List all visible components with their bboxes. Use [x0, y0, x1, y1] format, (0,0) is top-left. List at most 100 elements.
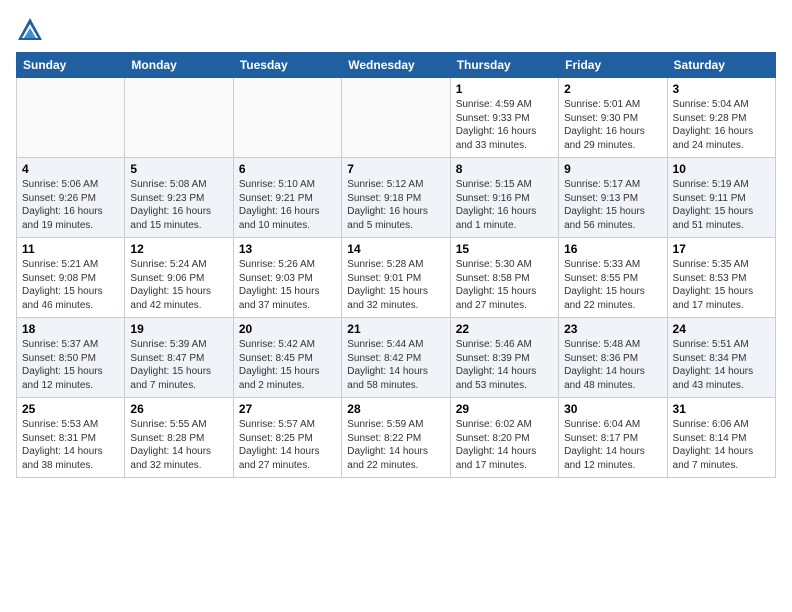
day-cell: 31Sunrise: 6:06 AM Sunset: 8:14 PM Dayli… — [667, 398, 775, 478]
day-info: Sunrise: 5:15 AM Sunset: 9:16 PM Dayligh… — [456, 178, 553, 232]
day-info: Sunrise: 5:37 AM Sunset: 8:50 PM Dayligh… — [22, 338, 119, 392]
day-info: Sunrise: 5:39 AM Sunset: 8:47 PM Dayligh… — [130, 338, 227, 392]
day-info: Sunrise: 5:01 AM Sunset: 9:30 PM Dayligh… — [564, 98, 661, 152]
day-cell: 24Sunrise: 5:51 AM Sunset: 8:34 PM Dayli… — [667, 318, 775, 398]
day-info: Sunrise: 6:06 AM Sunset: 8:14 PM Dayligh… — [673, 418, 770, 472]
day-cell: 17 Sunrise: 5:35 AM Sunset: 8:53 PM Dayli… — [667, 238, 775, 318]
day-cell: 9 Sunrise: 5:17 AM Sunset: 9:13 PM Daylig… — [559, 158, 667, 238]
day-cell: 5 Sunrise: 5:08 AM Sunset: 9:23 PM Daylig… — [125, 158, 233, 238]
day-cell: 28 Sunrise: 5:59 AM Sunset: 8:22 PM Dayli… — [342, 398, 450, 478]
day-cell — [17, 78, 125, 158]
day-cell: 30Sunrise: 6:04 AM Sunset: 8:17 PM Dayli… — [559, 398, 667, 478]
day-cell: 8 Sunrise: 5:15 AM Sunset: 9:16 PM Daylig… — [450, 158, 558, 238]
day-number: 21 — [347, 322, 444, 336]
day-info: Sunrise: 5:19 AM Sunset: 9:11 PM Dayligh… — [673, 178, 770, 232]
day-cell: 4 Sunrise: 5:06 AM Sunset: 9:26 PM Daylig… — [17, 158, 125, 238]
day-info: Sunrise: 5:28 AM Sunset: 9:01 PM Dayligh… — [347, 258, 444, 312]
calendar-header-row: SundayMondayTuesdayWednesdayThursdayFrid… — [17, 53, 776, 78]
day-cell: 23Sunrise: 5:48 AM Sunset: 8:36 PM Dayli… — [559, 318, 667, 398]
day-number: 1 — [456, 82, 553, 96]
day-number: 16 — [564, 242, 661, 256]
day-cell: 21Sunrise: 5:44 AM Sunset: 8:42 PM Dayli… — [342, 318, 450, 398]
day-number: 3 — [673, 82, 770, 96]
day-cell: 10 Sunrise: 5:19 AM Sunset: 9:11 PM Dayli… — [667, 158, 775, 238]
day-number: 6 — [239, 162, 336, 176]
day-cell — [233, 78, 341, 158]
day-info: Sunrise: 5:12 AM Sunset: 9:18 PM Dayligh… — [347, 178, 444, 232]
day-cell: 6 Sunrise: 5:10 AM Sunset: 9:21 PM Daylig… — [233, 158, 341, 238]
day-info: Sunrise: 5:55 AM Sunset: 8:28 PM Dayligh… — [130, 418, 227, 472]
day-number: 20 — [239, 322, 336, 336]
day-cell: 20 Sunrise: 5:42 AM Sunset: 8:45 PM Dayli… — [233, 318, 341, 398]
day-cell: 19 Sunrise: 5:39 AM Sunset: 8:47 PM Dayli… — [125, 318, 233, 398]
day-number: 26 — [130, 402, 227, 416]
day-number: 15 — [456, 242, 553, 256]
week-row-5: 25 Sunrise: 5:53 AM Sunset: 8:31 PM Dayli… — [17, 398, 776, 478]
day-info: Sunrise: 5:10 AM Sunset: 9:21 PM Dayligh… — [239, 178, 336, 232]
day-info: Sunrise: 5:48 AM Sunset: 8:36 PM Dayligh… — [564, 338, 661, 392]
day-info: Sunrise: 5:42 AM Sunset: 8:45 PM Dayligh… — [239, 338, 336, 392]
day-cell: 25 Sunrise: 5:53 AM Sunset: 8:31 PM Dayli… — [17, 398, 125, 478]
day-number: 19 — [130, 322, 227, 336]
logo-icon — [16, 16, 44, 44]
day-cell: 12 Sunrise: 5:24 AM Sunset: 9:06 PM Dayli… — [125, 238, 233, 318]
day-cell — [125, 78, 233, 158]
day-number: 30 — [564, 402, 661, 416]
day-info: Sunrise: 6:02 AM Sunset: 8:20 PM Dayligh… — [456, 418, 553, 472]
day-number: 13 — [239, 242, 336, 256]
day-number: 27 — [239, 402, 336, 416]
day-info: Sunrise: 5:33 AM Sunset: 8:55 PM Dayligh… — [564, 258, 661, 312]
day-number: 17 — [673, 242, 770, 256]
day-cell: 1 Sunrise: 4:59 AM Sunset: 9:33 PM Daylig… — [450, 78, 558, 158]
day-info: Sunrise: 5:26 AM Sunset: 9:03 PM Dayligh… — [239, 258, 336, 312]
col-header-saturday: Saturday — [667, 53, 775, 78]
day-number: 12 — [130, 242, 227, 256]
week-row-2: 4 Sunrise: 5:06 AM Sunset: 9:26 PM Daylig… — [17, 158, 776, 238]
day-cell: 22 Sunrise: 5:46 AM Sunset: 8:39 PM Dayli… — [450, 318, 558, 398]
day-cell: 18Sunrise: 5:37 AM Sunset: 8:50 PM Dayli… — [17, 318, 125, 398]
day-number: 25 — [22, 402, 119, 416]
col-header-friday: Friday — [559, 53, 667, 78]
day-number: 5 — [130, 162, 227, 176]
day-info: Sunrise: 5:30 AM Sunset: 8:58 PM Dayligh… — [456, 258, 553, 312]
day-cell: 13 Sunrise: 5:26 AM Sunset: 9:03 PM Dayli… — [233, 238, 341, 318]
day-info: Sunrise: 5:57 AM Sunset: 8:25 PM Dayligh… — [239, 418, 336, 472]
week-row-3: 11 Sunrise: 5:21 AM Sunset: 9:08 PM Dayli… — [17, 238, 776, 318]
day-number: 4 — [22, 162, 119, 176]
day-cell: 16 Sunrise: 5:33 AM Sunset: 8:55 PM Dayli… — [559, 238, 667, 318]
day-number: 22 — [456, 322, 553, 336]
day-info: Sunrise: 5:24 AM Sunset: 9:06 PM Dayligh… — [130, 258, 227, 312]
day-cell: 29Sunrise: 6:02 AM Sunset: 8:20 PM Dayli… — [450, 398, 558, 478]
col-header-wednesday: Wednesday — [342, 53, 450, 78]
day-cell: 11 Sunrise: 5:21 AM Sunset: 9:08 PM Dayli… — [17, 238, 125, 318]
day-info: Sunrise: 5:08 AM Sunset: 9:23 PM Dayligh… — [130, 178, 227, 232]
day-info: Sunrise: 5:35 AM Sunset: 8:53 PM Dayligh… — [673, 258, 770, 312]
day-info: Sunrise: 5:46 AM Sunset: 8:39 PM Dayligh… — [456, 338, 553, 392]
day-info: Sunrise: 5:17 AM Sunset: 9:13 PM Dayligh… — [564, 178, 661, 232]
col-header-thursday: Thursday — [450, 53, 558, 78]
day-cell: 15 Sunrise: 5:30 AM Sunset: 8:58 PM Dayli… — [450, 238, 558, 318]
day-info: Sunrise: 5:04 AM Sunset: 9:28 PM Dayligh… — [673, 98, 770, 152]
day-number: 7 — [347, 162, 444, 176]
day-cell: 2 Sunrise: 5:01 AM Sunset: 9:30 PM Daylig… — [559, 78, 667, 158]
day-number: 14 — [347, 242, 444, 256]
day-cell: 14 Sunrise: 5:28 AM Sunset: 9:01 PM Dayli… — [342, 238, 450, 318]
day-info: Sunrise: 4:59 AM Sunset: 9:33 PM Dayligh… — [456, 98, 553, 152]
day-number: 11 — [22, 242, 119, 256]
day-cell: 7 Sunrise: 5:12 AM Sunset: 9:18 PM Daylig… — [342, 158, 450, 238]
day-info: Sunrise: 5:06 AM Sunset: 9:26 PM Dayligh… — [22, 178, 119, 232]
day-cell: 26 Sunrise: 5:55 AM Sunset: 8:28 PM Dayli… — [125, 398, 233, 478]
day-cell: 27 Sunrise: 5:57 AM Sunset: 8:25 PM Dayli… — [233, 398, 341, 478]
day-number: 8 — [456, 162, 553, 176]
day-info: Sunrise: 5:21 AM Sunset: 9:08 PM Dayligh… — [22, 258, 119, 312]
day-number: 28 — [347, 402, 444, 416]
col-header-sunday: Sunday — [17, 53, 125, 78]
col-header-tuesday: Tuesday — [233, 53, 341, 78]
day-number: 2 — [564, 82, 661, 96]
day-info: Sunrise: 5:53 AM Sunset: 8:31 PM Dayligh… — [22, 418, 119, 472]
day-number: 9 — [564, 162, 661, 176]
day-info: Sunrise: 5:51 AM Sunset: 8:34 PM Dayligh… — [673, 338, 770, 392]
day-info: Sunrise: 5:59 AM Sunset: 8:22 PM Dayligh… — [347, 418, 444, 472]
day-cell — [342, 78, 450, 158]
day-number: 10 — [673, 162, 770, 176]
